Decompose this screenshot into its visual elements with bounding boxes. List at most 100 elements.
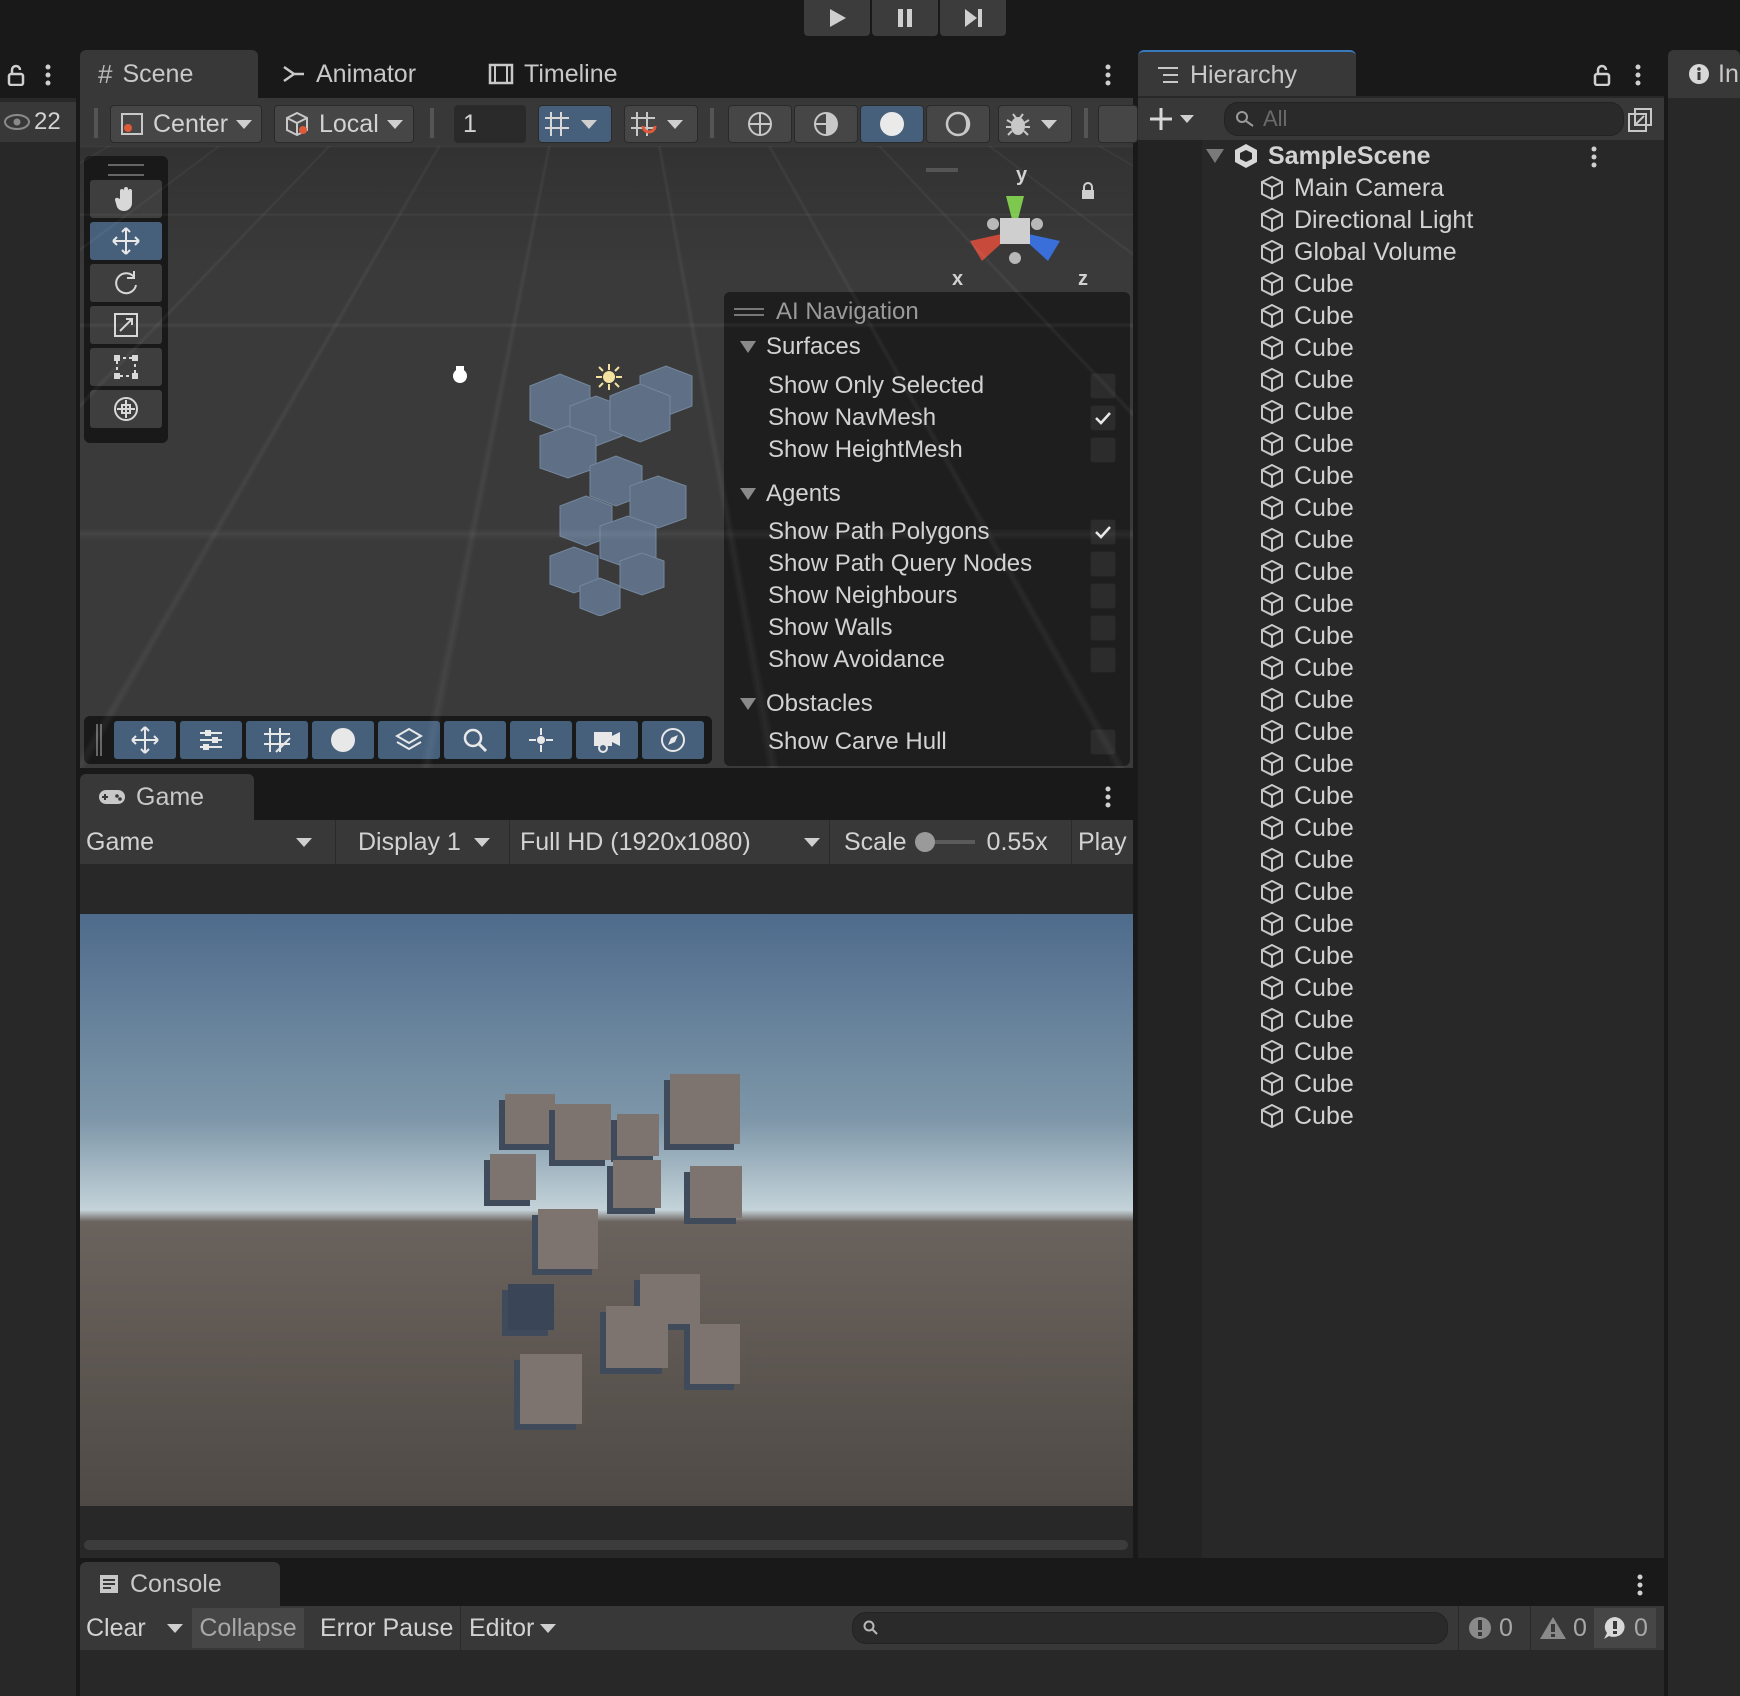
space-dropdown[interactable]: Local <box>274 105 414 143</box>
toggle-show-neighbours[interactable]: Show Neighbours <box>724 580 1130 612</box>
move-tool-button[interactable] <box>90 222 162 260</box>
hierarchy-item[interactable]: Cube <box>1258 972 1354 1004</box>
hierarchy-item[interactable]: Cube <box>1258 620 1354 652</box>
section-obstacles[interactable]: Obstacles <box>724 688 1130 720</box>
scene-visibility-icon[interactable] <box>1626 106 1654 134</box>
clear-options-dropdown[interactable] <box>162 1606 188 1650</box>
scene-row[interactable]: SampleScene <box>1206 140 1664 172</box>
hierarchy-item[interactable]: Cube <box>1258 748 1354 780</box>
move-overlay-button[interactable] <box>114 721 176 759</box>
checkbox[interactable] <box>1090 729 1116 755</box>
pivot-dropdown[interactable]: Center <box>110 105 262 143</box>
checkbox[interactable] <box>1090 615 1116 641</box>
toggle-show-carve-hull[interactable]: Show Carve Hull <box>724 726 1130 758</box>
more-icon[interactable] <box>1636 1574 1644 1596</box>
transform-tool-button[interactable] <box>90 390 162 428</box>
shaded-mode-button[interactable] <box>860 105 924 143</box>
tab-hierarchy[interactable]: Hierarchy <box>1138 50 1356 98</box>
more-icon[interactable] <box>1634 64 1642 86</box>
hierarchy-item[interactable]: Cube <box>1258 1036 1354 1068</box>
hierarchy-item[interactable]: Cube <box>1258 1068 1354 1100</box>
hierarchy-item[interactable]: Cube <box>1258 908 1354 940</box>
hierarchy-item[interactable]: Cube <box>1258 812 1354 844</box>
checkbox[interactable] <box>1090 519 1116 545</box>
checkbox[interactable] <box>1090 373 1116 399</box>
play-button[interactable] <box>804 0 870 36</box>
tab-game[interactable]: Game <box>80 774 254 820</box>
hierarchy-item[interactable]: Cube <box>1258 652 1354 684</box>
rect-tool-button[interactable] <box>90 348 162 386</box>
pause-button[interactable] <box>872 0 938 36</box>
hierarchy-item[interactable]: Main Camera <box>1258 172 1444 204</box>
hierarchy-item[interactable]: Cube <box>1258 300 1354 332</box>
hierarchy-item[interactable]: Cube <box>1258 876 1354 908</box>
hierarchy-item[interactable]: Cube <box>1258 428 1354 460</box>
hierarchy-item[interactable]: Cube <box>1258 716 1354 748</box>
tab-inspector[interactable]: In <box>1668 50 1740 98</box>
grid-snap-button[interactable] <box>538 105 612 143</box>
grid-overlay-button[interactable] <box>246 721 308 759</box>
wireframe-mode-button[interactable] <box>728 105 792 143</box>
warning-count-toggle[interactable]: 0 <box>1530 1606 1595 1650</box>
checkbox[interactable] <box>1090 647 1116 673</box>
hierarchy-item[interactable]: Cube <box>1258 332 1354 364</box>
sphere-overlay-button[interactable] <box>312 721 374 759</box>
hierarchy-item[interactable]: Cube <box>1258 940 1354 972</box>
add-object-button[interactable] <box>1148 102 1194 136</box>
layers-overlay-button[interactable] <box>378 721 440 759</box>
grid-size-field[interactable]: 1 <box>454 105 526 143</box>
overflow-button[interactable] <box>1098 105 1138 143</box>
display-dropdown[interactable]: Display 1 <box>346 820 510 864</box>
compass-overlay-button[interactable] <box>642 721 704 759</box>
checkbox[interactable] <box>1090 405 1116 431</box>
toggle-show-walls[interactable]: Show Walls <box>724 612 1130 644</box>
game-mode-dropdown[interactable]: Game <box>86 820 336 864</box>
error-count-toggle[interactable]: 0 <box>1458 1606 1521 1650</box>
toggle-show-navmesh[interactable]: Show NavMesh <box>724 402 1130 434</box>
game-viewport[interactable] <box>80 914 1133 1506</box>
error-pause-toggle[interactable]: Error Pause <box>310 1606 453 1650</box>
shaded-wireframe-button[interactable] <box>794 105 858 143</box>
navmesh-overlay-button[interactable] <box>510 721 572 759</box>
hierarchy-item[interactable]: Cube <box>1258 1004 1354 1036</box>
tab-animator[interactable]: Animator <box>264 50 444 98</box>
hierarchy-item[interactable]: Cube <box>1258 588 1354 620</box>
debug-draw-button[interactable] <box>998 105 1072 143</box>
lock-icon[interactable] <box>1080 182 1096 200</box>
hierarchy-item[interactable]: Cube <box>1258 1100 1354 1132</box>
hierarchy-item[interactable]: Cube <box>1258 268 1354 300</box>
hierarchy-item[interactable]: Cube <box>1258 460 1354 492</box>
tab-timeline[interactable]: Timeline <box>470 50 650 98</box>
tab-scene[interactable]: # Scene <box>80 50 258 98</box>
hierarchy-item[interactable]: Cube <box>1258 556 1354 588</box>
toggle-show-only-selected[interactable]: Show Only Selected <box>724 370 1130 402</box>
collapse-toggle[interactable]: Collapse <box>192 1608 304 1648</box>
rotate-tool-button[interactable] <box>90 264 162 302</box>
search-overlay-button[interactable] <box>444 721 506 759</box>
hierarchy-item[interactable]: Cube <box>1258 844 1354 876</box>
increment-snap-button[interactable] <box>624 105 698 143</box>
horizontal-scrollbar[interactable] <box>84 1540 1128 1550</box>
toggle-show-path-query-nodes[interactable]: Show Path Query Nodes <box>724 548 1130 580</box>
toggle-show-avoidance[interactable]: Show Avoidance <box>724 644 1130 676</box>
section-agents[interactable]: Agents <box>724 478 1130 510</box>
resolution-dropdown[interactable]: Full HD (1920x1080) <box>510 820 830 864</box>
slider-thumb[interactable] <box>914 832 935 852</box>
checkbox[interactable] <box>1090 583 1116 609</box>
tab-console[interactable]: Console <box>80 1562 280 1606</box>
clear-button[interactable]: Clear <box>86 1606 154 1650</box>
lock-icon[interactable] <box>1592 64 1612 86</box>
hierarchy-item[interactable]: Cube <box>1258 492 1354 524</box>
hierarchy-item[interactable]: Cube <box>1258 524 1354 556</box>
more-icon[interactable] <box>44 64 52 86</box>
hierarchy-item[interactable]: Cube <box>1258 780 1354 812</box>
ai-nav-header[interactable]: AI Navigation <box>724 296 1130 328</box>
settings-overlay-button[interactable] <box>180 721 242 759</box>
unlit-mode-button[interactable] <box>926 105 990 143</box>
scale-slider[interactable] <box>914 832 975 852</box>
toggle-show-path-polygons[interactable]: Show Path Polygons <box>724 516 1130 548</box>
console-search-input[interactable] <box>852 1612 1448 1644</box>
camera-overlay-button[interactable] <box>576 721 638 759</box>
more-icon[interactable] <box>1104 64 1112 86</box>
more-icon[interactable] <box>1590 146 1598 168</box>
